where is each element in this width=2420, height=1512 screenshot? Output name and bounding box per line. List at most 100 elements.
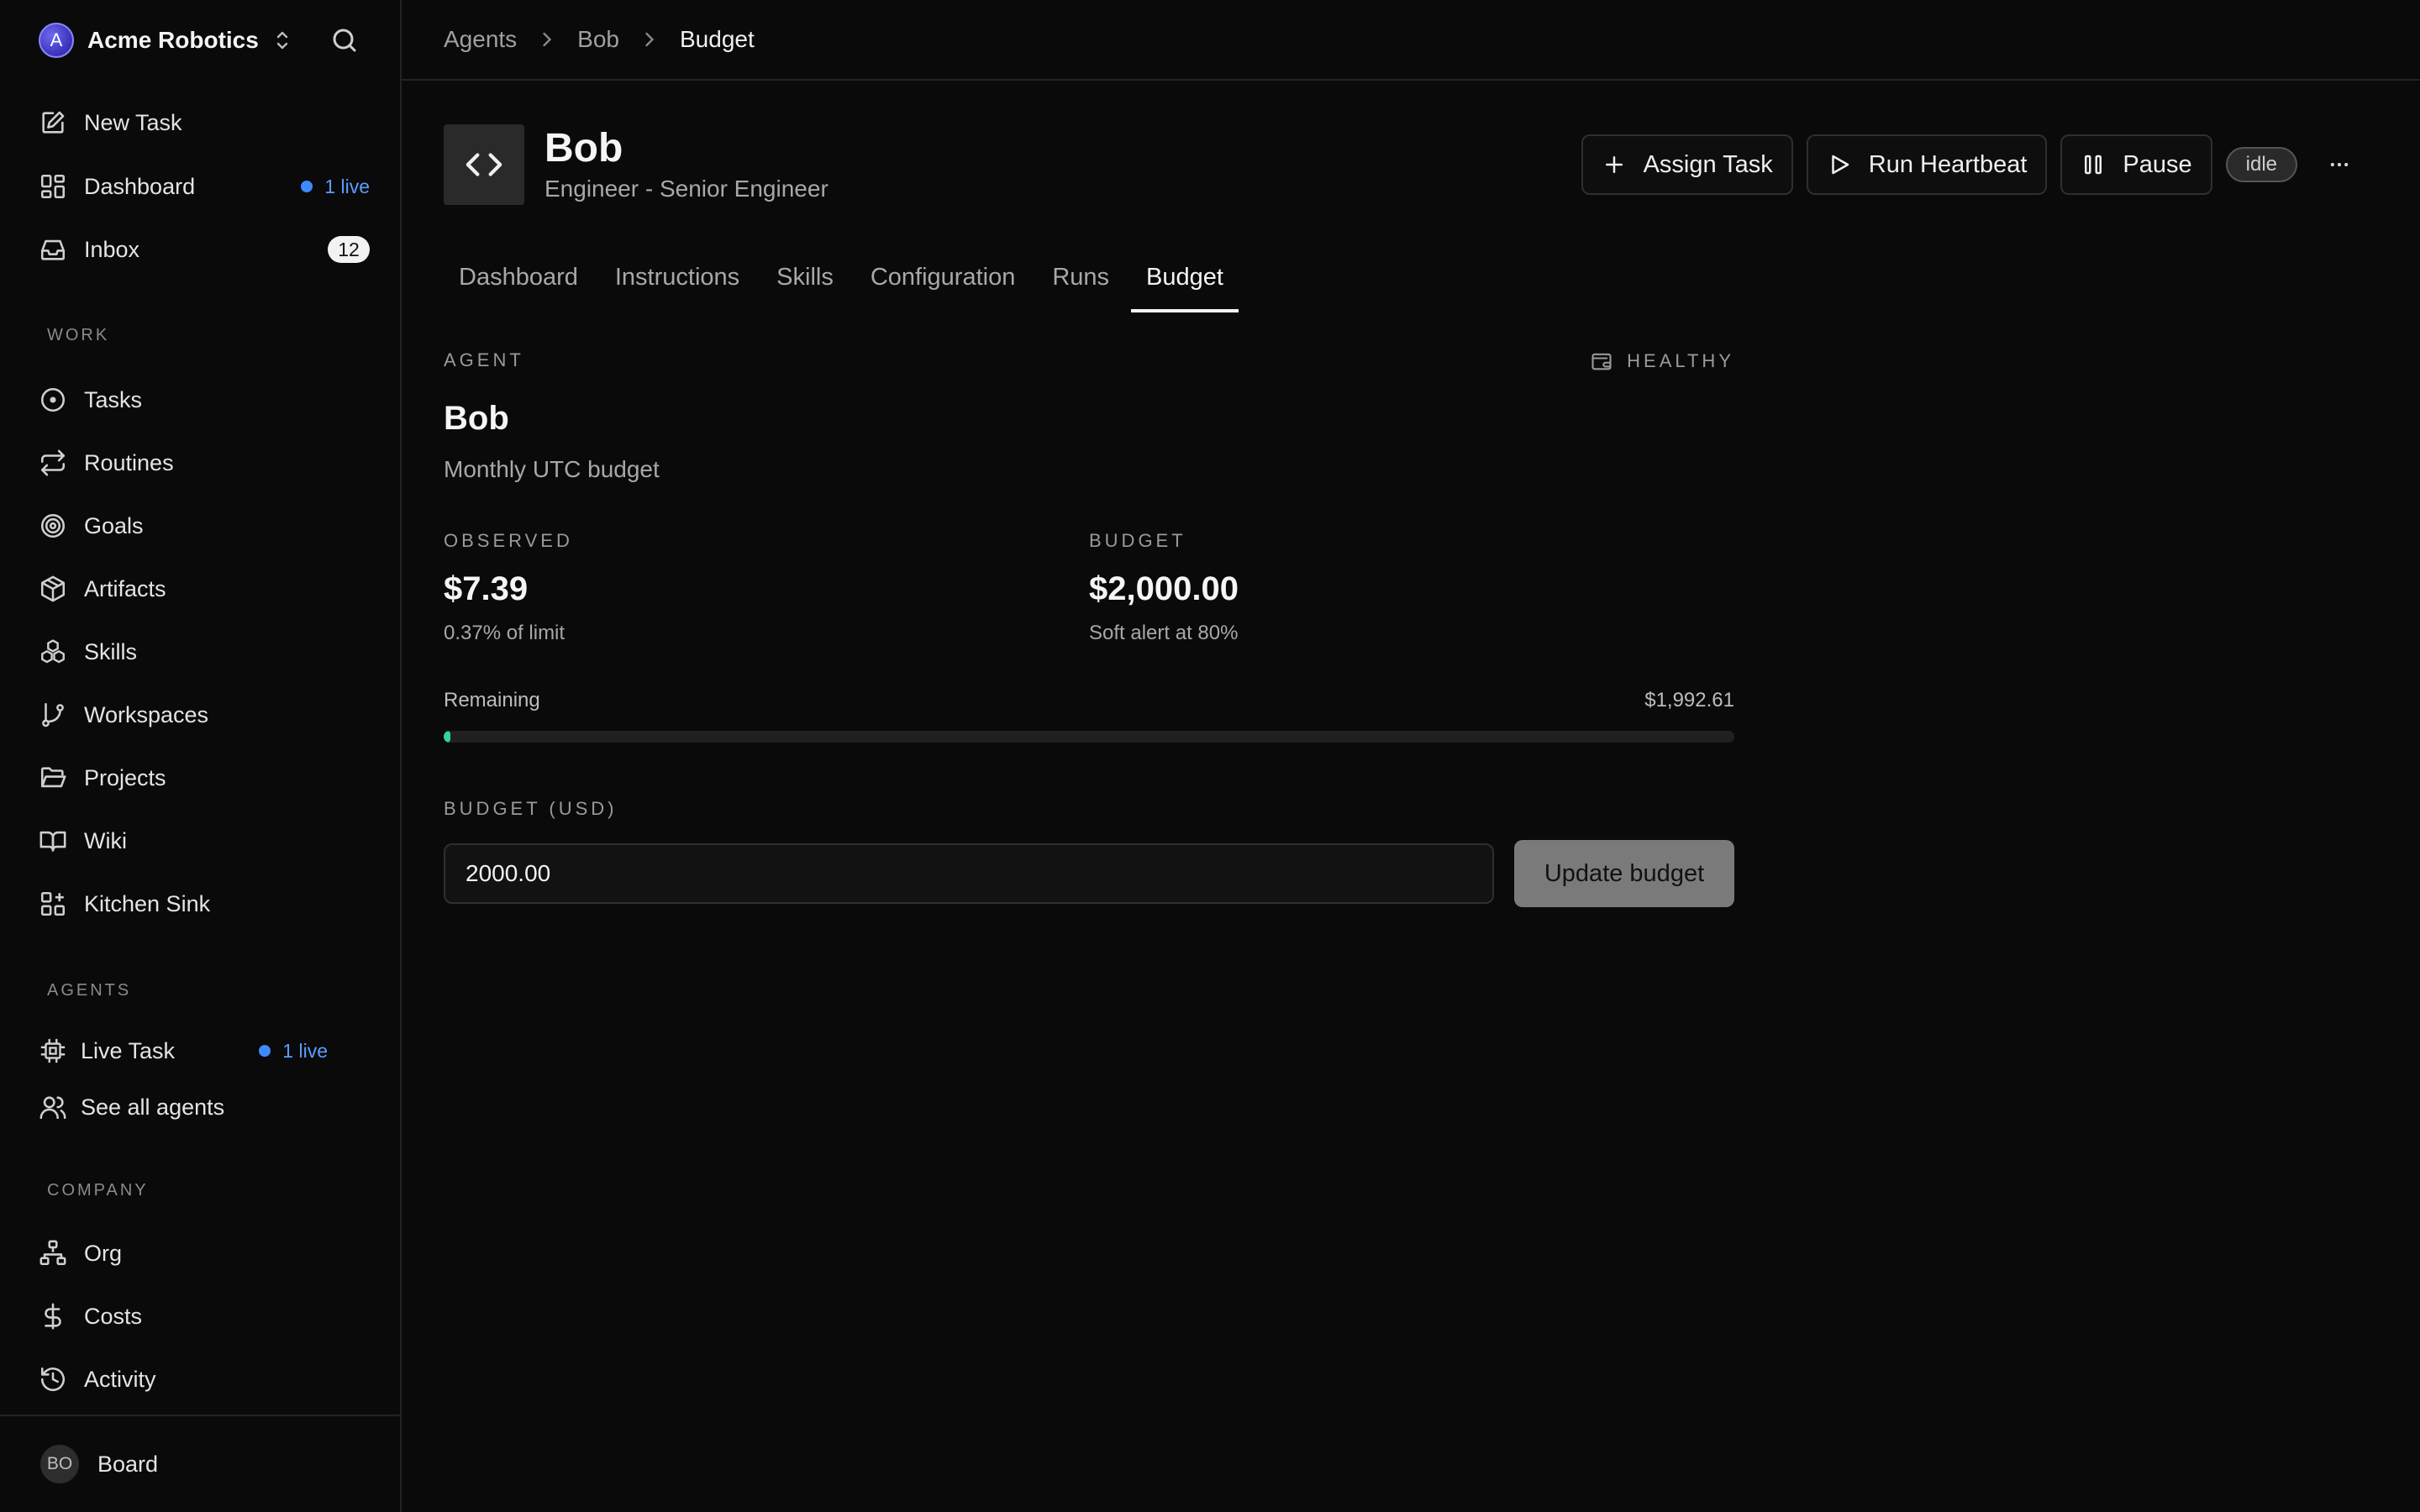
nav-kitchen-sink[interactable]: Kitchen Sink xyxy=(39,884,370,924)
search-icon[interactable] xyxy=(329,25,360,55)
tab-instructions[interactable]: Instructions xyxy=(600,252,755,312)
section-agents-label: AGENTS xyxy=(47,981,132,1000)
nav-label: New Task xyxy=(84,109,182,135)
agent-actions: Assign Task Run Heartbeat Pause idle xyxy=(1568,134,2356,195)
chevron-right-icon xyxy=(645,32,655,47)
live-indicator: 1 live xyxy=(301,176,370,198)
health-label: HEALTHY xyxy=(1627,350,1734,371)
tab-configuration[interactable]: Configuration xyxy=(855,252,1031,312)
code-icon xyxy=(466,153,502,176)
nav-label: Activity xyxy=(84,1366,156,1392)
target-icon xyxy=(39,512,67,540)
observed-stat: OBSERVED $7.39 0.37% of limit xyxy=(444,530,1089,645)
run-heartbeat-button[interactable]: Run Heartbeat xyxy=(1806,134,2048,195)
section-work-label: WORK xyxy=(47,326,110,344)
chevron-right-icon xyxy=(543,32,552,47)
nav-label: Dashboard xyxy=(84,173,196,199)
remaining-value: $1,992.61 xyxy=(1644,689,1734,711)
budget-form-row: Update budget xyxy=(444,840,1734,907)
status-badge: idle xyxy=(2225,147,2297,182)
history-icon xyxy=(39,1365,67,1394)
boxes-icon xyxy=(39,638,67,666)
nav-tasks[interactable]: Tasks xyxy=(39,380,370,420)
tab-dashboard[interactable]: Dashboard xyxy=(444,252,593,312)
nav-projects[interactable]: Projects xyxy=(39,758,370,798)
budget-input[interactable] xyxy=(444,843,1494,904)
budget-input-label: BUDGET (USD) xyxy=(444,798,618,819)
live-dot xyxy=(259,1045,271,1057)
nav-label: Routines xyxy=(84,449,174,475)
nav-label: Kitchen Sink xyxy=(84,890,211,916)
nav-live-task[interactable]: Live Task 1 live xyxy=(39,1031,328,1071)
inbox-count-wrap: 12 xyxy=(328,236,370,263)
agent-role: Engineer - Senior Engineer xyxy=(544,176,829,202)
pause-icon xyxy=(2085,155,2102,175)
assign-task-button[interactable]: Assign Task xyxy=(1581,134,1793,195)
budget-card: AGENT HEALTHY Bob Monthly UTC budget OBS… xyxy=(444,349,1734,907)
circle-dot-icon xyxy=(39,386,67,414)
remaining-label: Remaining xyxy=(444,689,540,711)
nav-wiki[interactable]: Wiki xyxy=(39,821,370,861)
budget-stat: BUDGET $2,000.00 Soft alert at 80% xyxy=(1089,530,1734,645)
company-switcher[interactable]: A Acme Robotics xyxy=(39,22,363,59)
nav-workspaces[interactable]: Workspaces xyxy=(39,695,370,735)
agent-header: Bob Engineer - Senior Engineer xyxy=(444,124,829,205)
assign-task-label: Assign Task xyxy=(1643,150,1773,178)
blocks-icon xyxy=(39,890,67,918)
users-icon xyxy=(39,1093,67,1121)
budget-scope-label: AGENT xyxy=(444,349,524,370)
observed-note: 0.37% of limit xyxy=(444,622,566,644)
agent-meta: Bob Engineer - Senior Engineer xyxy=(544,126,829,203)
company-logo: A xyxy=(39,23,74,58)
pencil-square-icon xyxy=(39,108,67,137)
live-indicator: 1 live xyxy=(259,1040,328,1063)
nav-label: Tasks xyxy=(84,386,143,412)
avatar: BO xyxy=(40,1445,79,1483)
package-icon xyxy=(39,575,67,603)
nav-org[interactable]: Org xyxy=(39,1233,370,1273)
observed-label: OBSERVED xyxy=(444,530,573,551)
agent-avatar xyxy=(444,124,524,205)
budget-stats: OBSERVED $7.39 0.37% of limit BUDGET $2,… xyxy=(444,530,1734,645)
git-branch-icon xyxy=(39,701,67,729)
budget-form: BUDGET (USD) Update budget xyxy=(444,798,1734,907)
dollar-icon xyxy=(39,1302,67,1331)
folder-open-icon xyxy=(39,764,67,792)
nav-label: Live Task xyxy=(81,1037,176,1063)
agent-tabs: Dashboard Instructions Skills Configurat… xyxy=(444,252,1245,312)
nav-new-task[interactable]: New Task xyxy=(39,102,370,143)
nav-goals[interactable]: Goals xyxy=(39,506,370,546)
wallet-icon xyxy=(1591,353,1612,370)
run-heartbeat-label: Run Heartbeat xyxy=(1868,150,2028,178)
nav-activity[interactable]: Activity xyxy=(39,1359,370,1399)
breadcrumb-agents[interactable]: Agents xyxy=(444,26,517,53)
nav-skills[interactable]: Skills xyxy=(39,632,370,672)
sidebar: A Acme Robotics New Task Dashboard 1 liv… xyxy=(0,0,402,1512)
tab-runs[interactable]: Runs xyxy=(1037,252,1124,312)
ellipsis-icon xyxy=(2330,162,2349,167)
book-open-icon xyxy=(39,827,67,855)
budget-title: Bob xyxy=(444,400,509,437)
nav-costs[interactable]: Costs xyxy=(39,1296,370,1336)
nav-see-all-agents[interactable]: See all agents xyxy=(39,1087,370,1127)
update-budget-button[interactable]: Update budget xyxy=(1514,840,1734,907)
pause-button[interactable]: Pause xyxy=(2060,134,2212,195)
nav-label: Org xyxy=(84,1240,123,1266)
breadcrumb: Agents Bob Budget xyxy=(402,0,2420,81)
budget-progress-track xyxy=(444,731,1734,743)
nav-artifacts[interactable]: Artifacts xyxy=(39,569,370,609)
breadcrumb-bob[interactable]: Bob xyxy=(577,26,619,53)
nav-label: Goals xyxy=(84,512,144,538)
tab-budget[interactable]: Budget xyxy=(1131,252,1239,312)
play-icon xyxy=(1832,155,1849,175)
sidebar-footer[interactable]: BO Board xyxy=(0,1415,400,1512)
tab-skills[interactable]: Skills xyxy=(761,252,849,312)
nav-label: See all agents xyxy=(81,1094,225,1120)
nav-label: Costs xyxy=(84,1303,143,1329)
live-count: 1 live xyxy=(324,175,370,197)
nav-routines[interactable]: Routines xyxy=(39,443,370,483)
nav-dashboard[interactable]: Dashboard 1 live xyxy=(39,166,370,207)
dashboard-grid-icon xyxy=(39,172,67,201)
nav-inbox[interactable]: Inbox 12 xyxy=(39,229,370,270)
more-options-button[interactable] xyxy=(2323,148,2356,181)
